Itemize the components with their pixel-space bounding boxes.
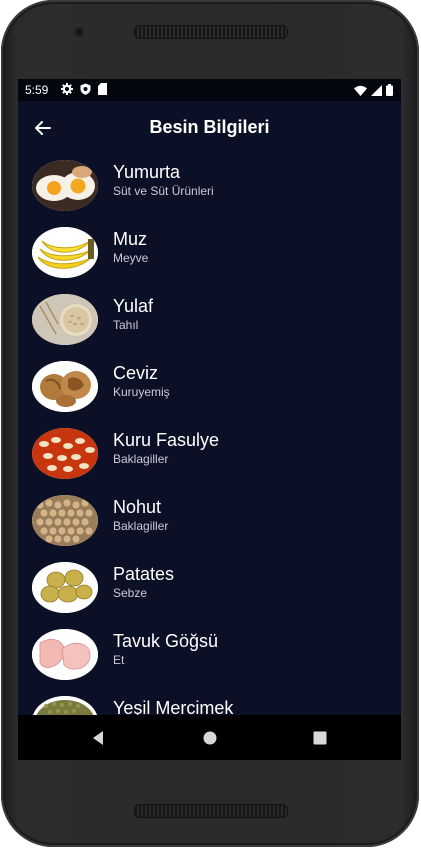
list-item-yesil-mercimek[interactable]: Yeşil Mercimek [18, 690, 401, 715]
top-speaker [134, 25, 288, 39]
list-item-yumurta[interactable]: Yumurta Süt ve Süt Ürünleri [18, 154, 401, 221]
list-item-patates[interactable]: Patates Sebze [18, 556, 401, 623]
food-category: Tahıl [113, 318, 139, 332]
square-recents-icon [310, 731, 330, 752]
list-item-ceviz[interactable]: Ceviz Kuruyemiş [18, 355, 401, 422]
wifi-icon [354, 85, 367, 99]
egg-image [32, 160, 98, 211]
food-name: Patates [113, 564, 175, 584]
nav-home-button[interactable] [200, 728, 220, 748]
food-category: Meyve [113, 251, 149, 265]
food-list: Yumurta Süt ve Süt Ürünleri Muz Meyve Yu… [18, 154, 401, 715]
phone-frame: 5:59 Besin Bilgileri Yumurta Süt ve Süt … [1, 0, 419, 847]
food-category: Kuruyemiş [113, 385, 170, 399]
food-name: Ceviz [113, 363, 159, 383]
food-name: Nohut [113, 497, 162, 517]
food-name: Yulaf [113, 296, 154, 316]
chickpea-image [32, 495, 98, 546]
app-bar: Besin Bilgileri [18, 101, 401, 154]
shield-icon [80, 83, 91, 98]
status-bar: 5:59 [18, 79, 401, 101]
cell-signal-icon [371, 84, 382, 99]
page-title: Besin Bilgileri [149, 117, 270, 137]
lentil-image [32, 696, 98, 715]
front-camera [74, 27, 84, 37]
list-item-muz[interactable]: Muz Meyve [18, 221, 401, 288]
battery-icon [386, 84, 393, 99]
food-name: Yumurta [113, 162, 181, 182]
sd-card-icon [98, 83, 107, 98]
settings-icon [61, 83, 73, 98]
food-category: Baklagiller [113, 452, 169, 466]
walnut-image [32, 361, 98, 412]
chicken-breast-image [32, 629, 98, 680]
list-item-kuru-fasulye[interactable]: Kuru Fasulye Baklagiller [18, 422, 401, 489]
triangle-back-icon [89, 731, 109, 752]
food-category: Sebze [113, 586, 148, 600]
list-item-yulaf[interactable]: Yulaf Tahıl [18, 288, 401, 355]
food-category: Baklagiller [113, 519, 169, 533]
bean-image [32, 428, 98, 479]
screen: 5:59 Besin Bilgileri Yumurta Süt ve Süt … [18, 79, 401, 760]
nav-back-button[interactable] [89, 728, 109, 748]
status-time: 5:59 [25, 83, 49, 97]
list-item-tavuk-gogsu[interactable]: Tavuk Göğsü Et [18, 623, 401, 690]
banana-image [32, 227, 98, 278]
food-name: Muz [113, 229, 148, 249]
potato-image [32, 562, 98, 613]
food-category: Et [113, 653, 125, 667]
food-category: Süt ve Süt Ürünleri [113, 184, 214, 198]
food-name: Yeşil Mercimek [113, 698, 234, 715]
list-item-nohut[interactable]: Nohut Baklagiller [18, 489, 401, 556]
nav-recents-button[interactable] [310, 728, 330, 748]
circle-home-icon [200, 731, 220, 752]
food-name: Kuru Fasulye [113, 430, 220, 450]
bottom-speaker [134, 804, 288, 818]
navigation-bar [18, 715, 401, 760]
food-name: Tavuk Göğsü [113, 631, 219, 651]
oats-image [32, 294, 98, 345]
